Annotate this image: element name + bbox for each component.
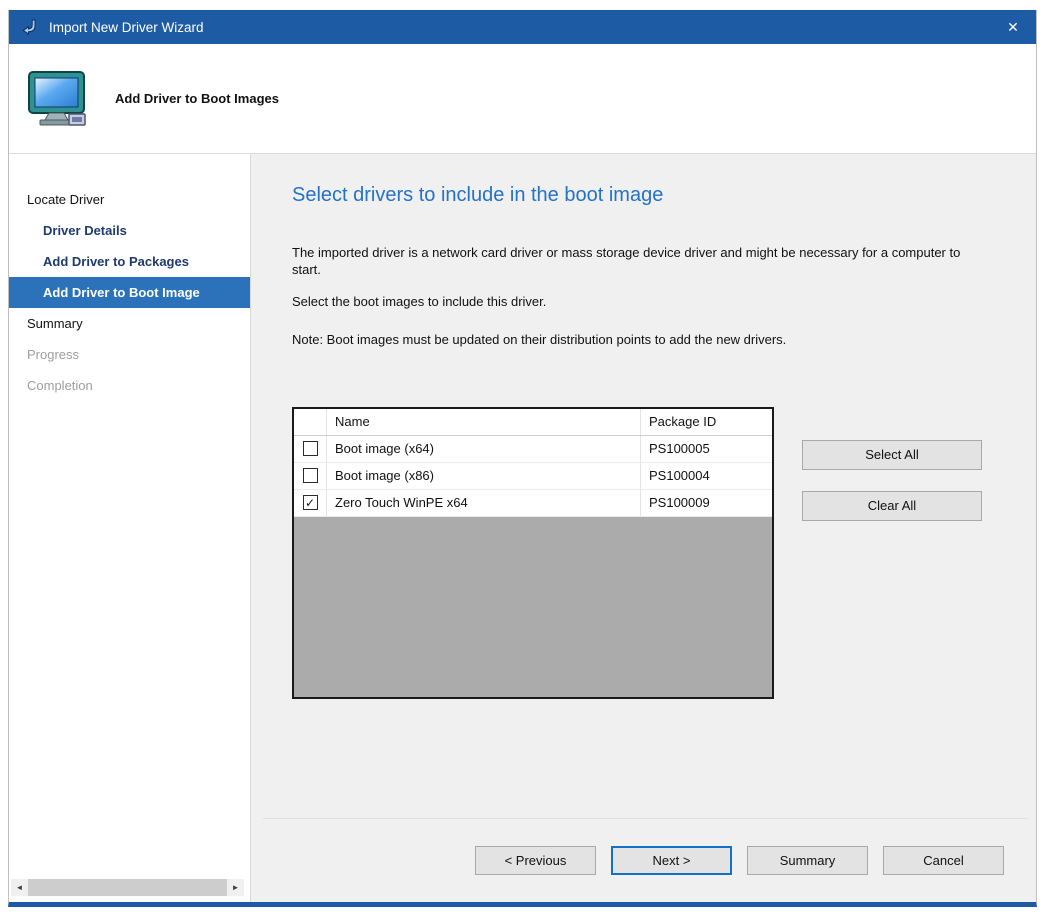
titlebar: Import New Driver Wizard ✕ bbox=[9, 10, 1036, 44]
row-package-id: PS100009 bbox=[640, 490, 772, 516]
column-header-name[interactable]: Name bbox=[326, 409, 640, 435]
row-name: Boot image (x86) bbox=[326, 463, 640, 489]
header-checkbox-column bbox=[294, 409, 326, 435]
main-panel: Select drivers to include in the boot im… bbox=[251, 154, 1036, 902]
previous-button[interactable]: < Previous bbox=[475, 846, 596, 875]
step-driver-details[interactable]: Driver Details bbox=[9, 215, 250, 246]
scroll-right-icon[interactable]: ► bbox=[227, 879, 244, 896]
table-row[interactable]: ✓ Boot image (x86) PS100004 bbox=[294, 463, 772, 490]
cancel-button[interactable]: Cancel bbox=[883, 846, 1004, 875]
row-package-id: PS100004 bbox=[640, 463, 772, 489]
summary-button[interactable]: Summary bbox=[747, 846, 868, 875]
step-locate-driver[interactable]: Locate Driver bbox=[9, 184, 250, 215]
table-header-row: Name Package ID bbox=[294, 409, 772, 436]
close-icon[interactable]: ✕ bbox=[990, 10, 1036, 44]
note-text: Note: Boot images must be updated on the… bbox=[292, 331, 987, 348]
table-row[interactable]: ✓ Boot image (x64) PS100005 bbox=[294, 436, 772, 463]
wizard-window: Import New Driver Wizard ✕ bbox=[8, 10, 1037, 907]
select-all-button[interactable]: Select All bbox=[802, 440, 982, 470]
row-checkbox[interactable]: ✓ bbox=[303, 495, 318, 510]
wizard-steps-sidebar: Locate Driver Driver Details Add Driver … bbox=[9, 154, 251, 902]
row-name: Boot image (x64) bbox=[326, 436, 640, 462]
row-checkbox[interactable]: ✓ bbox=[303, 468, 318, 483]
intro-text: The imported driver is a network card dr… bbox=[292, 244, 987, 278]
boot-image-table: Name Package ID ✓ Boot image (x64) PS100… bbox=[292, 407, 774, 699]
row-checkbox[interactable]: ✓ bbox=[303, 441, 318, 456]
sidebar-horizontal-scrollbar[interactable]: ◄ ► bbox=[11, 879, 244, 896]
wizard-footer: < Previous Next > Summary Cancel bbox=[263, 818, 1028, 902]
next-button[interactable]: Next > bbox=[611, 846, 732, 875]
step-completion: Completion bbox=[9, 370, 250, 401]
content-heading: Select drivers to include in the boot im… bbox=[292, 184, 1036, 207]
step-add-driver-to-boot-image[interactable]: Add Driver to Boot Image bbox=[9, 277, 250, 308]
boot-image-table-area: Name Package ID ✓ Boot image (x64) PS100… bbox=[292, 407, 1036, 699]
wizard-icon bbox=[21, 18, 39, 36]
checkmark-icon: ✓ bbox=[305, 496, 315, 510]
scroll-left-icon[interactable]: ◄ bbox=[11, 879, 28, 896]
row-package-id: PS100005 bbox=[640, 436, 772, 462]
row-name: Zero Touch WinPE x64 bbox=[326, 490, 640, 516]
scrollbar-thumb[interactable] bbox=[28, 879, 227, 896]
step-summary[interactable]: Summary bbox=[9, 308, 250, 339]
driver-monitor-icon bbox=[25, 67, 89, 131]
step-progress: Progress bbox=[9, 339, 250, 370]
wizard-body: Locate Driver Driver Details Add Driver … bbox=[9, 154, 1036, 902]
column-header-package-id[interactable]: Package ID bbox=[640, 409, 772, 435]
table-row[interactable]: ✓ Zero Touch WinPE x64 PS100009 bbox=[294, 490, 772, 517]
wizard-header: Add Driver to Boot Images bbox=[9, 44, 1036, 154]
selection-buttons: Select All Clear All bbox=[802, 407, 982, 521]
step-add-driver-to-packages[interactable]: Add Driver to Packages bbox=[9, 246, 250, 277]
clear-all-button[interactable]: Clear All bbox=[802, 491, 982, 521]
window-title: Import New Driver Wizard bbox=[49, 20, 990, 35]
select-instruction-text: Select the boot images to include this d… bbox=[292, 293, 987, 310]
page-title: Add Driver to Boot Images bbox=[115, 91, 279, 106]
